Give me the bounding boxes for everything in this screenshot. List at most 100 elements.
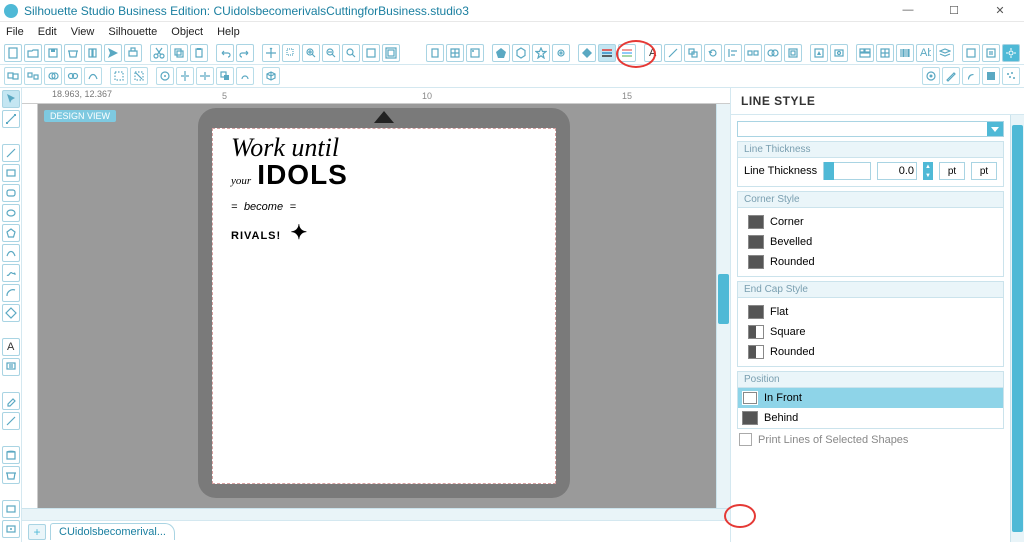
line-color-icon[interactable] (618, 44, 636, 62)
store-tool-icon[interactable] (2, 466, 20, 484)
scale-icon[interactable] (684, 44, 702, 62)
endcap-option-square[interactable]: Square (744, 322, 997, 342)
minimize-button[interactable]: — (894, 4, 922, 17)
line-thickness-input[interactable] (877, 162, 917, 180)
arc-tool-icon[interactable] (2, 284, 20, 302)
draw-note-icon[interactable] (2, 358, 20, 376)
design-page[interactable]: Work until your IDOLS = become = RIVALS!… (212, 128, 556, 484)
menu-edit[interactable]: Edit (38, 26, 57, 38)
line-thickness-spinner[interactable]: ▲▼ (923, 162, 933, 180)
corner-option-corner[interactable]: Corner (744, 212, 997, 232)
center-icon[interactable] (156, 67, 174, 85)
rounded-rect-tool-icon[interactable] (2, 184, 20, 202)
menu-file[interactable]: File (6, 26, 24, 38)
edit-points-icon[interactable] (2, 110, 20, 128)
close-button[interactable]: ✕ (986, 4, 1014, 17)
position-option-behind[interactable]: Behind (738, 408, 1003, 428)
pixscan-icon[interactable] (830, 44, 848, 62)
object3d-icon[interactable] (262, 67, 280, 85)
zoom-tool-icon[interactable] (342, 44, 360, 62)
settings-gear-icon[interactable] (1002, 44, 1020, 62)
barcode-icon[interactable] (896, 44, 914, 62)
zoom-selection-icon[interactable] (282, 44, 300, 62)
path-icon[interactable] (84, 67, 102, 85)
registration-icon[interactable] (466, 44, 484, 62)
paste-icon[interactable] (190, 44, 208, 62)
menu-object[interactable]: Object (171, 26, 203, 38)
preferences-tool-icon[interactable] (2, 500, 20, 518)
ungroup-icon[interactable] (24, 67, 42, 85)
print-cut-icon[interactable] (962, 67, 980, 85)
line-tool-icon[interactable] (2, 144, 20, 162)
grid-icon[interactable] (446, 44, 464, 62)
arrange-icon[interactable] (216, 67, 234, 85)
endcap-option-flat[interactable]: Flat (744, 302, 997, 322)
offset-icon[interactable] (784, 44, 802, 62)
preferences-icon[interactable] (982, 44, 1000, 62)
fit-page-icon[interactable] (362, 44, 380, 62)
send-icon[interactable] (104, 44, 122, 62)
replicate-icon[interactable] (744, 44, 762, 62)
menu-silhouette[interactable]: Silhouette (108, 26, 157, 38)
transform-icon[interactable] (664, 44, 682, 62)
mirror-h-icon[interactable] (176, 67, 194, 85)
panel-scrollbar[interactable] (1010, 115, 1024, 542)
release-compound-icon[interactable] (64, 67, 82, 85)
tutorial-icon[interactable] (2, 520, 20, 538)
curve-tool-icon[interactable] (2, 244, 20, 262)
rotate-icon[interactable] (704, 44, 722, 62)
cut-icon[interactable] (150, 44, 168, 62)
star-shape-icon[interactable] (532, 44, 550, 62)
gear-shape-icon[interactable] (552, 44, 570, 62)
tiling-icon[interactable] (876, 44, 894, 62)
mirror-v-icon[interactable] (196, 67, 214, 85)
regular-poly-icon[interactable] (2, 304, 20, 322)
nesting-icon[interactable] (856, 44, 874, 62)
canvas-scrollbar-h[interactable] (22, 508, 730, 520)
polygon-tool-icon[interactable] (2, 224, 20, 242)
deselect-icon[interactable] (130, 67, 148, 85)
menu-view[interactable]: View (71, 26, 95, 38)
artwork-text[interactable]: Work until your IDOLS = become = RIVALS!… (231, 135, 348, 245)
fit-icon[interactable] (382, 44, 400, 62)
pan-icon[interactable] (262, 44, 280, 62)
undo-icon[interactable] (216, 44, 234, 62)
rhinestone-icon[interactable] (922, 67, 940, 85)
add-tab-button[interactable]: + (28, 524, 46, 540)
fill-color-icon[interactable] (578, 44, 596, 62)
layers-icon[interactable] (936, 44, 954, 62)
position-option-front[interactable]: In Front (738, 388, 1003, 408)
group-icon[interactable] (4, 67, 22, 85)
align-icon[interactable] (724, 44, 742, 62)
rectangle-tool-icon[interactable] (2, 164, 20, 182)
unit-pt1[interactable]: pt (939, 162, 965, 180)
library-tool-icon[interactable] (2, 446, 20, 464)
open-icon[interactable] (24, 44, 42, 62)
sketch-icon[interactable] (942, 67, 960, 85)
pentagon-icon[interactable] (492, 44, 510, 62)
document-tab[interactable]: CUidolsbecomerival... (50, 523, 175, 540)
modify-icon[interactable] (764, 44, 782, 62)
eraser-tool-icon[interactable] (2, 392, 20, 410)
cut-settings-icon[interactable] (962, 44, 980, 62)
compound-icon[interactable] (44, 67, 62, 85)
corner-option-bevelled[interactable]: Bevelled (744, 232, 997, 252)
new-icon[interactable] (4, 44, 22, 62)
library-icon[interactable] (84, 44, 102, 62)
trace-icon[interactable] (810, 44, 828, 62)
knife-tool-icon[interactable] (2, 412, 20, 430)
zoom-in-icon[interactable] (302, 44, 320, 62)
ellipse-tool-icon[interactable] (2, 204, 20, 222)
copy-icon[interactable] (170, 44, 188, 62)
freehand-tool-icon[interactable] (2, 264, 20, 282)
canvas-scrollbar-v[interactable] (716, 104, 730, 508)
text-tool-icon[interactable]: A (2, 338, 20, 356)
workspace[interactable]: DESIGN VIEW Work until your IDOLS = beco… (38, 104, 716, 508)
weeding-icon[interactable]: Ab (916, 44, 934, 62)
select-tool-icon[interactable] (2, 90, 20, 108)
page-settings-icon[interactable] (426, 44, 444, 62)
endcap-option-rounded[interactable]: Rounded (744, 342, 997, 362)
hexagon-icon[interactable] (512, 44, 530, 62)
welding-icon[interactable] (236, 67, 254, 85)
stipple-icon[interactable] (1002, 67, 1020, 85)
